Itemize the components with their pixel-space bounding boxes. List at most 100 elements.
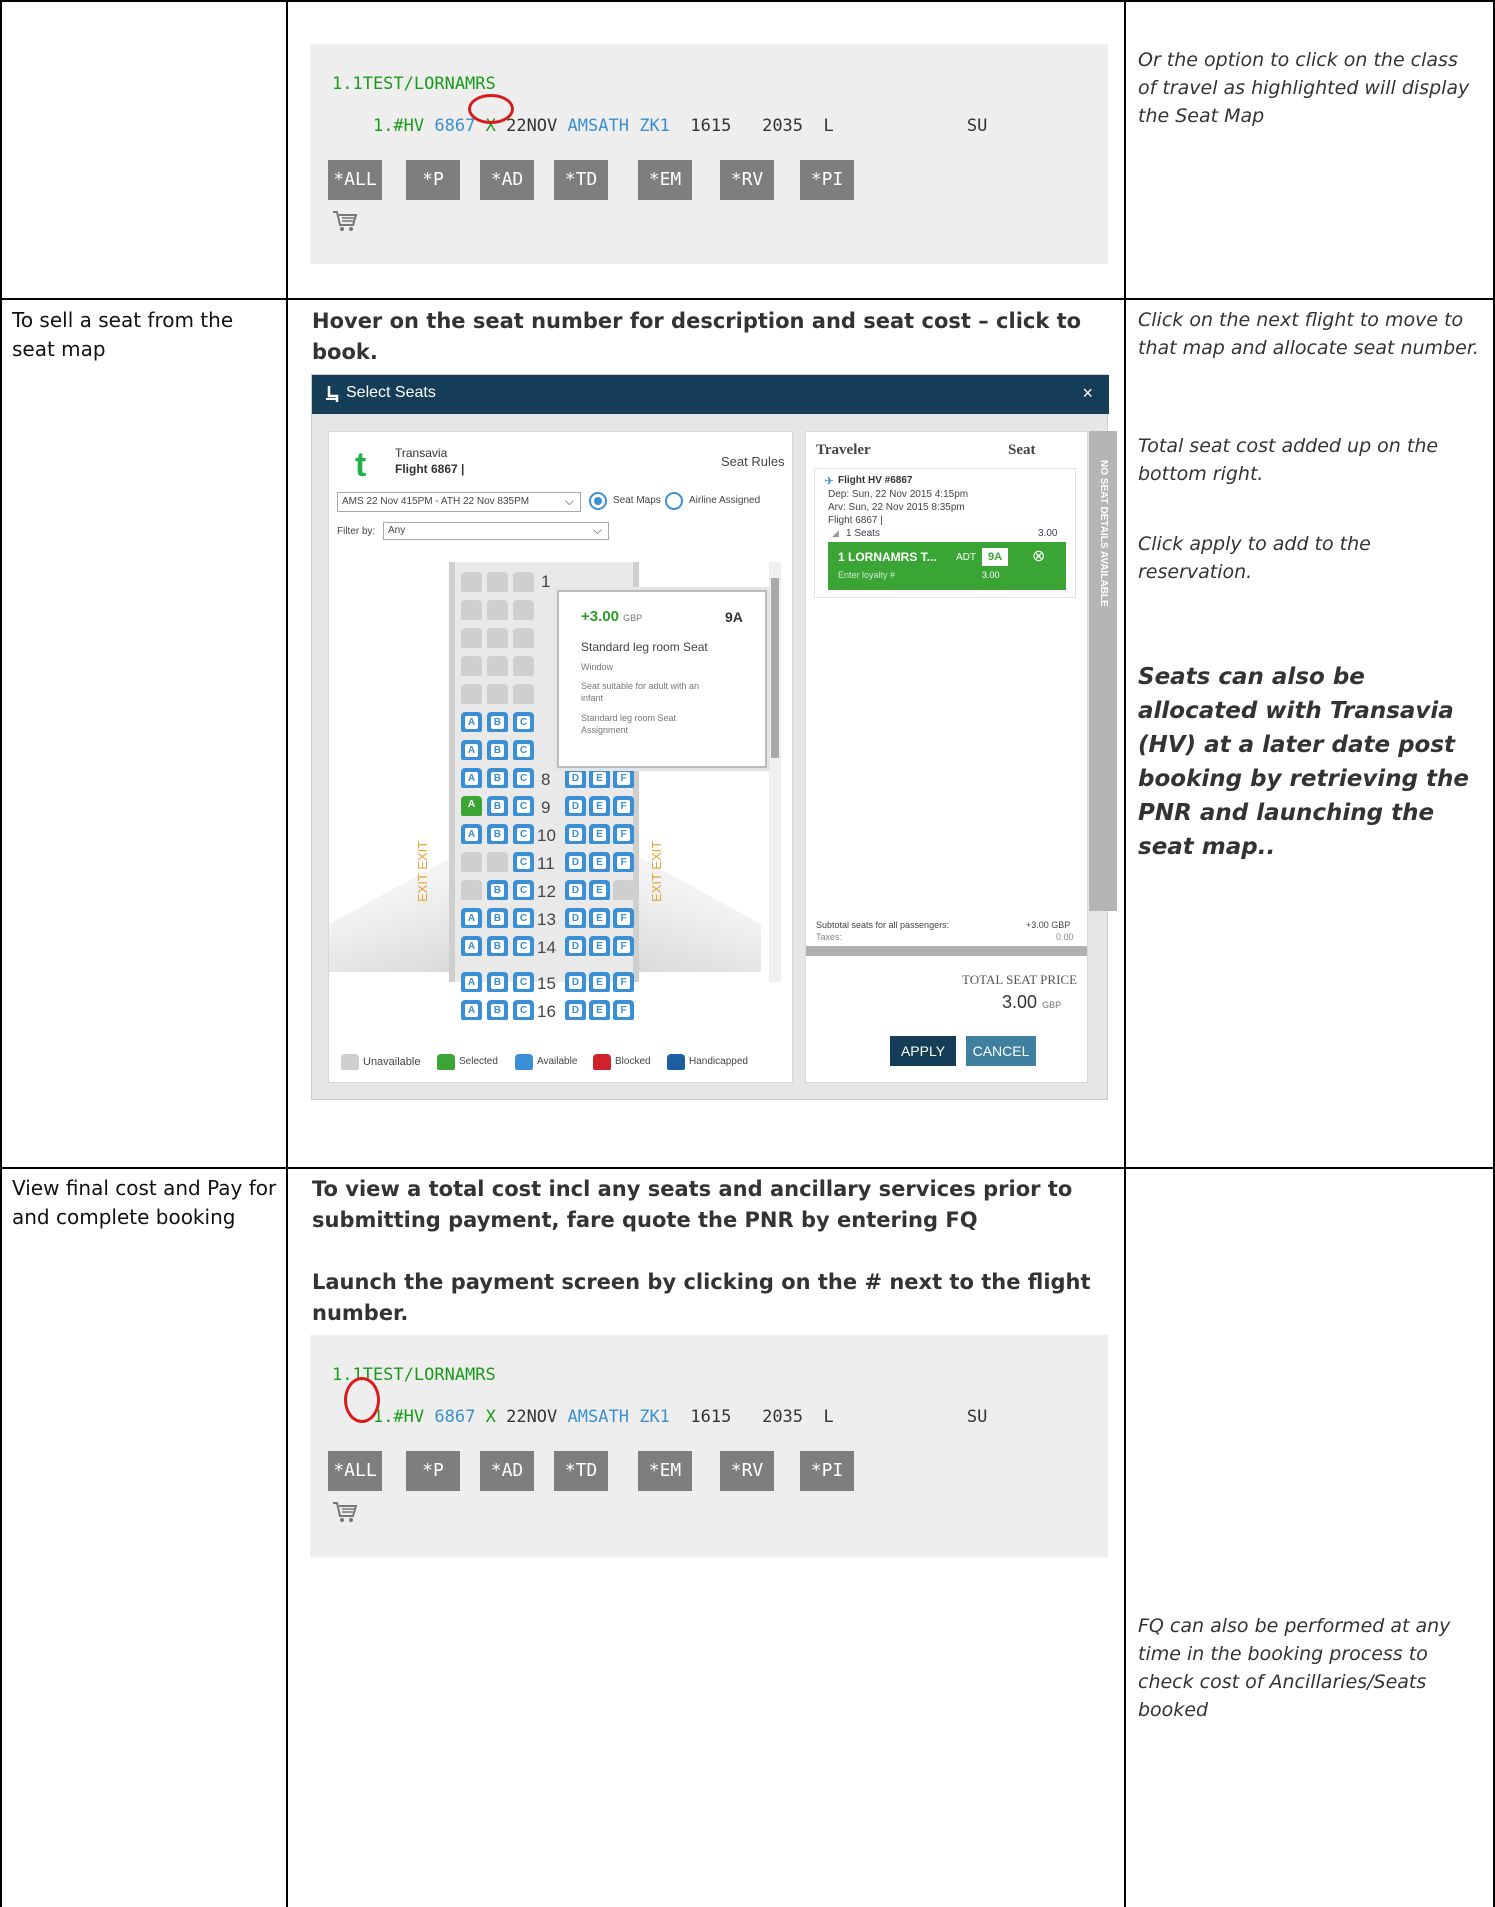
- btn-em[interactable]: *EM: [638, 160, 692, 200]
- route[interactable]: AMSATH: [568, 1407, 629, 1427]
- seat-available[interactable]: B: [487, 972, 508, 992]
- btn-pi[interactable]: *PI: [800, 1451, 854, 1491]
- seat-available[interactable]: B: [487, 908, 508, 928]
- legend-handicapped: Handicapped: [689, 1056, 748, 1067]
- btn-em[interactable]: *EM: [638, 1451, 692, 1491]
- btn-ad[interactable]: *AD: [480, 1451, 534, 1491]
- seat-available[interactable]: F: [613, 1000, 634, 1020]
- seat-available[interactable]: F: [613, 908, 634, 928]
- cancel-button[interactable]: CANCEL: [966, 1036, 1036, 1066]
- route[interactable]: AMSATH: [568, 116, 629, 136]
- btn-ad[interactable]: *AD: [480, 160, 534, 200]
- seat-available[interactable]: E: [589, 908, 610, 928]
- seat-available[interactable]: A: [461, 972, 482, 992]
- seat-available[interactable]: A: [461, 824, 482, 844]
- seat-available[interactable]: D: [565, 824, 586, 844]
- seat-available[interactable]: F: [613, 824, 634, 844]
- seat-available[interactable]: C: [513, 936, 534, 956]
- btn-rv[interactable]: *RV: [720, 1451, 774, 1491]
- seat-available[interactable]: F: [613, 936, 634, 956]
- seat-available[interactable]: B: [487, 712, 508, 732]
- btn-td[interactable]: *TD: [554, 160, 608, 200]
- seat-available[interactable]: B: [487, 936, 508, 956]
- seat-available[interactable]: F: [613, 972, 634, 992]
- seat-available[interactable]: B: [487, 796, 508, 816]
- seat-available[interactable]: D: [565, 796, 586, 816]
- seat-available[interactable]: A: [461, 712, 482, 732]
- apply-button[interactable]: APPLY: [890, 1036, 956, 1066]
- seat-available[interactable]: E: [589, 852, 610, 872]
- seat-available[interactable]: C: [513, 796, 534, 816]
- segment-select-value: AMS 22 Nov 415PM - ATH 22 Nov 835PM: [342, 496, 530, 507]
- seat-available[interactable]: B: [487, 1000, 508, 1020]
- filter-select[interactable]: Any ⌵: [383, 522, 609, 540]
- seat-available[interactable]: B: [487, 880, 508, 900]
- seat-grid-bottom: A B C 15 D E F A B C 16 D E F: [461, 972, 634, 1032]
- radio-seat-maps[interactable]: [589, 492, 607, 510]
- flight-number[interactable]: 6867: [434, 1407, 475, 1427]
- seat-available[interactable]: D: [565, 768, 586, 788]
- seat-available[interactable]: A: [461, 768, 482, 788]
- travel-date: 22NOV: [506, 116, 558, 136]
- seat-available[interactable]: D: [565, 852, 586, 872]
- seat-available[interactable]: B: [487, 740, 508, 760]
- seatmap-scrollbar[interactable]: [769, 562, 781, 982]
- cart-icon[interactable]: [332, 210, 358, 232]
- class-of-travel[interactable]: X: [486, 1407, 496, 1427]
- status-code: ZK1: [639, 1407, 670, 1427]
- seat-available[interactable]: F: [613, 768, 634, 788]
- seat-available[interactable]: C: [513, 972, 534, 992]
- seat-available[interactable]: C: [513, 768, 534, 788]
- seat-available[interactable]: E: [589, 880, 610, 900]
- btn-all[interactable]: *ALL: [328, 160, 382, 200]
- btn-pi[interactable]: *PI: [800, 160, 854, 200]
- segment-number[interactable]: 1.#HV: [373, 1407, 424, 1427]
- seat-available[interactable]: D: [565, 972, 586, 992]
- seat-selected-9a[interactable]: A: [461, 796, 482, 816]
- seat-available[interactable]: A: [461, 740, 482, 760]
- segment-select[interactable]: AMS 22 Nov 415PM - ATH 22 Nov 835PM ⌵: [337, 492, 581, 512]
- seat-available[interactable]: E: [589, 936, 610, 956]
- transavia-logo: t: [355, 446, 367, 484]
- seat-available[interactable]: F: [613, 796, 634, 816]
- seat-available[interactable]: C: [513, 1000, 534, 1020]
- seat-available[interactable]: C: [513, 852, 534, 872]
- btn-rv[interactable]: *RV: [720, 160, 774, 200]
- segment-number[interactable]: 1.#HV: [373, 116, 424, 136]
- seat-available[interactable]: E: [589, 972, 610, 992]
- seat-available[interactable]: C: [513, 880, 534, 900]
- seat-unavailable: [461, 684, 482, 704]
- seat-available[interactable]: A: [461, 936, 482, 956]
- seat-available[interactable]: D: [565, 936, 586, 956]
- btn-td[interactable]: *TD: [554, 1451, 608, 1491]
- seat-available[interactable]: E: [589, 768, 610, 788]
- seat-rules-link[interactable]: Seat Rules: [721, 454, 785, 469]
- seat-available[interactable]: E: [589, 824, 610, 844]
- row-number: 8: [541, 770, 551, 789]
- seat-available[interactable]: F: [613, 852, 634, 872]
- departure-time: 1615: [690, 1407, 732, 1427]
- seat-available[interactable]: D: [565, 880, 586, 900]
- seat-available[interactable]: C: [513, 824, 534, 844]
- flight-number[interactable]: 6867: [434, 116, 475, 136]
- btn-p[interactable]: *P: [406, 160, 460, 200]
- seat-available[interactable]: E: [589, 1000, 610, 1020]
- seat-available[interactable]: A: [461, 1000, 482, 1020]
- seat-available[interactable]: A: [461, 908, 482, 928]
- seat-available[interactable]: E: [589, 796, 610, 816]
- seat-available[interactable]: C: [513, 712, 534, 732]
- seat-available[interactable]: C: [513, 740, 534, 760]
- close-icon[interactable]: ×: [1082, 383, 1093, 404]
- btn-p[interactable]: *P: [406, 1451, 460, 1491]
- seat-available[interactable]: C: [513, 908, 534, 928]
- btn-all[interactable]: *ALL: [328, 1451, 382, 1491]
- seat-unavailable: [487, 628, 508, 648]
- seat-available[interactable]: D: [565, 1000, 586, 1020]
- radio-airline-assigned[interactable]: [665, 492, 683, 510]
- tooltip-currency: GBP: [623, 613, 643, 623]
- seat-available[interactable]: B: [487, 768, 508, 788]
- cart-icon[interactable]: [332, 1501, 358, 1523]
- terminal-segment-line: 1.#HV 6867 X 22NOV AMSATH ZK1 1615 2035 …: [332, 1387, 987, 1447]
- seat-available[interactable]: B: [487, 824, 508, 844]
- seat-available[interactable]: D: [565, 908, 586, 928]
